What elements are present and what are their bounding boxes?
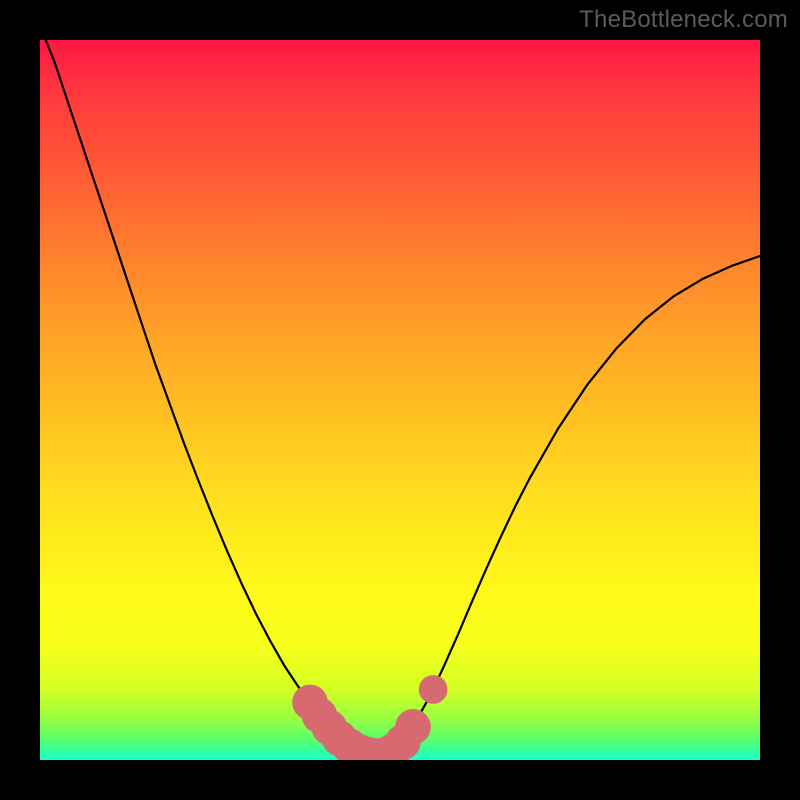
bottleneck-curve (40, 40, 760, 756)
watermark-text: TheBottleneck.com (579, 6, 788, 34)
marker-dot (395, 709, 431, 745)
chart-frame: TheBottleneck.com (0, 0, 800, 800)
plot-area (40, 40, 760, 760)
marker-group (292, 675, 447, 760)
curve-layer (40, 40, 760, 760)
marker-dot (419, 675, 448, 704)
